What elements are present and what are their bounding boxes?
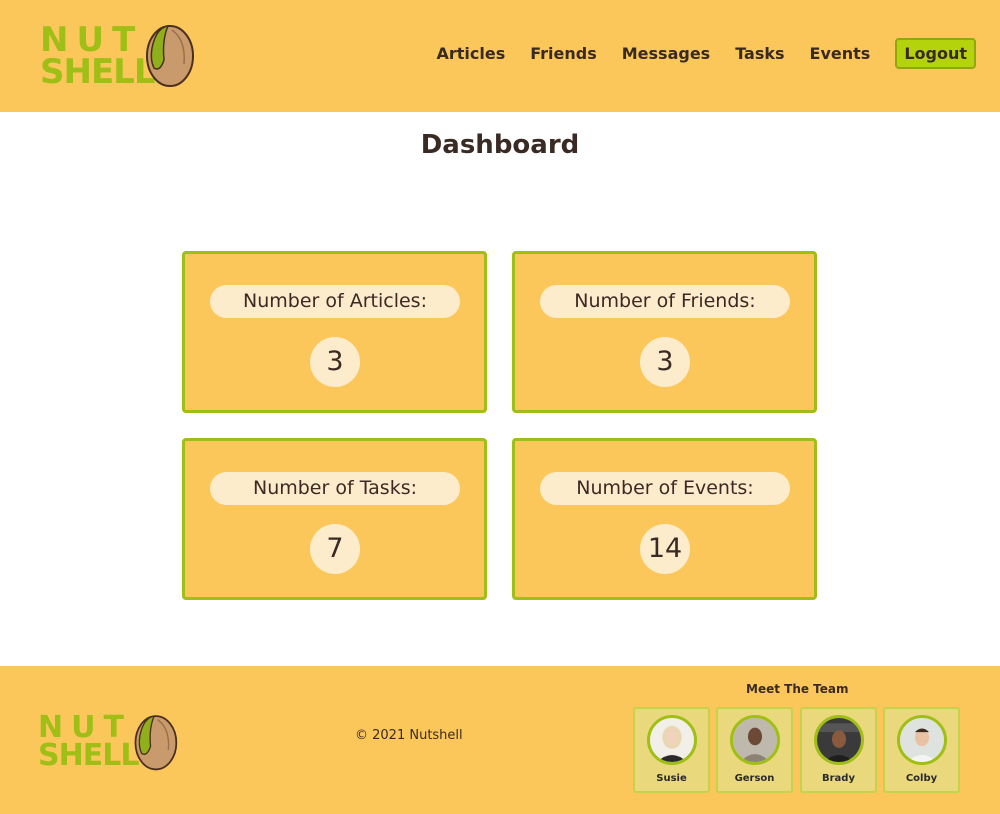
avatar xyxy=(897,715,947,765)
nutshell-logo[interactable]: NUT SHELL xyxy=(40,20,200,92)
member-name: Colby xyxy=(905,773,938,784)
articles-count-card: Number of Articles: 3 xyxy=(182,251,487,413)
card-label: Number of Events: xyxy=(540,472,790,505)
page-title: Dashboard xyxy=(420,130,580,160)
friends-count-card: Number of Friends: 3 xyxy=(512,251,817,413)
team-member-card[interactable]: Gerson xyxy=(716,707,793,793)
site-header: NUT SHELL Articles Friends Messages Task… xyxy=(0,0,1000,112)
team-title: Meet The Team xyxy=(746,682,849,696)
nav-events[interactable]: Events xyxy=(810,44,871,63)
card-count: 14 xyxy=(640,524,690,574)
footer-nutshell-logo: NUT SHELL xyxy=(38,710,183,774)
tasks-count-card: Number of Tasks: 7 xyxy=(182,438,487,600)
member-name: Gerson xyxy=(734,773,775,784)
logo-text-shell: SHELL xyxy=(38,738,139,773)
logout-button[interactable]: Logout xyxy=(895,38,976,69)
nav-friends[interactable]: Friends xyxy=(530,44,597,63)
logo-text-shell: SHELL xyxy=(40,52,155,92)
pistachio-icon xyxy=(134,715,178,771)
avatar xyxy=(814,715,864,765)
card-label: Number of Articles: xyxy=(210,285,460,318)
card-label: Number of Friends: xyxy=(540,285,790,318)
card-label: Number of Tasks: xyxy=(210,472,460,505)
avatar xyxy=(647,715,697,765)
team-member-card[interactable]: Colby xyxy=(883,707,960,793)
main-nav: Articles Friends Messages Tasks Events L… xyxy=(412,38,976,69)
team-member-card[interactable]: Brady xyxy=(800,707,877,793)
pistachio-icon xyxy=(146,25,194,87)
nav-articles[interactable]: Articles xyxy=(437,44,506,63)
member-name: Susie xyxy=(656,773,687,784)
nav-messages[interactable]: Messages xyxy=(622,44,710,63)
avatar xyxy=(730,715,780,765)
card-count: 7 xyxy=(310,524,360,574)
copyright-text: © 2021 Nutshell xyxy=(355,728,463,743)
member-name: Brady xyxy=(822,773,855,784)
card-count: 3 xyxy=(310,337,360,387)
nav-tasks[interactable]: Tasks xyxy=(735,44,784,63)
site-footer: NUT SHELL © 2021 Nutshell Meet The Team … xyxy=(0,666,1000,814)
card-count: 3 xyxy=(640,337,690,387)
events-count-card: Number of Events: 14 xyxy=(512,438,817,600)
team-member-card[interactable]: Susie xyxy=(633,707,710,793)
